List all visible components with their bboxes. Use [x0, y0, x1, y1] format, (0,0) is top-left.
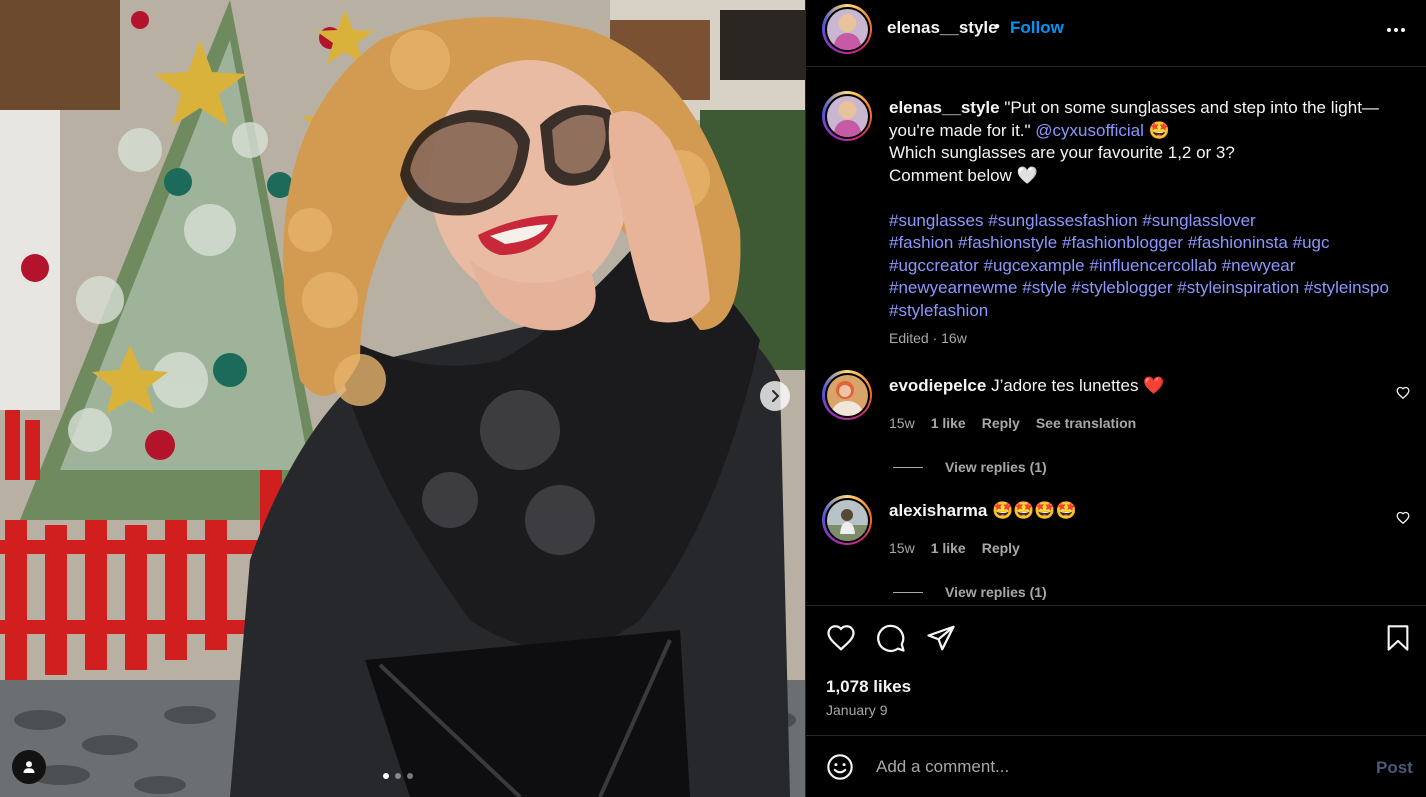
- view-replies-button[interactable]: View replies (1): [893, 459, 1047, 475]
- carousel-dot: [395, 773, 401, 779]
- comment-like-button[interactable]: [1396, 386, 1410, 405]
- view-replies-label: View replies (1): [945, 459, 1047, 475]
- caption-edited-time: Edited · 16w: [889, 330, 967, 346]
- follow-button[interactable]: Follow: [1010, 18, 1064, 38]
- hashtag[interactable]: #sunglassesfashion: [988, 211, 1137, 230]
- reply-button[interactable]: Reply: [982, 415, 1020, 431]
- caption-mention[interactable]: @cyxusofficial: [1035, 121, 1144, 140]
- hashtag[interactable]: #fashion: [889, 233, 953, 252]
- share-button[interactable]: [926, 623, 956, 658]
- comment-body: evodiepelce J’adore tes lunettes ❤️: [889, 376, 1164, 396]
- heart-icon: [1396, 386, 1410, 400]
- add-comment-bar: Post: [806, 735, 1426, 797]
- caption-cta: Comment below 🤍: [889, 165, 1038, 185]
- caption-username[interactable]: elenas__style: [889, 98, 1000, 117]
- hashtag[interactable]: #influencercollab: [1089, 256, 1217, 275]
- caption-question: Which sunglasses are your favourite 1,2 …: [889, 143, 1235, 162]
- header-username[interactable]: elenas__style: [887, 18, 998, 38]
- hashtag[interactable]: #newyearnewme: [889, 278, 1018, 297]
- avatar[interactable]: [822, 4, 872, 54]
- post-sidebar: elenas__style • Follow elenas__style "Pu…: [805, 0, 1426, 797]
- hashtag[interactable]: #sunglasslover: [1142, 211, 1255, 230]
- comment-button[interactable]: [876, 623, 906, 658]
- hashtag[interactable]: #ugc: [1293, 233, 1330, 252]
- comment-input[interactable]: [876, 754, 1346, 780]
- post-media[interactable]: [0, 0, 805, 797]
- comment-text: J’adore tes lunettes ❤️: [991, 376, 1165, 395]
- header-separator: •: [994, 17, 1000, 36]
- hashtag[interactable]: #styleinspiration: [1177, 278, 1299, 297]
- chevron-right-icon: [772, 390, 780, 402]
- hashtag[interactable]: #fashioninsta: [1188, 233, 1288, 252]
- paper-plane-icon: [927, 625, 955, 651]
- comments-section[interactable]: elenas__style "Put on some sunglasses an…: [806, 67, 1426, 605]
- hashtag[interactable]: #fashionstyle: [958, 233, 1057, 252]
- caption-emoji: 🤩: [1148, 120, 1170, 140]
- hashtag[interactable]: #styleblogger: [1071, 278, 1172, 297]
- avatar[interactable]: [822, 495, 872, 545]
- person-icon: [23, 761, 35, 773]
- likes-count[interactable]: 1,078 likes: [826, 677, 911, 697]
- hashtag[interactable]: #styleinspo: [1304, 278, 1389, 297]
- comment-text: 🤩🤩🤩🤩: [992, 501, 1077, 520]
- post-photo: [0, 0, 805, 797]
- hashtag[interactable]: #style: [1022, 278, 1066, 297]
- heart-icon: [1396, 511, 1410, 525]
- carousel-dot: [407, 773, 413, 779]
- hashtag[interactable]: #newyear: [1222, 256, 1296, 275]
- hashtag[interactable]: #ugccreator: [889, 256, 979, 275]
- avatar-image: [826, 8, 868, 50]
- comment-meta: 15w 1 like Reply: [889, 540, 1020, 556]
- comment-bubble-icon: [877, 624, 905, 652]
- tagged-users-button[interactable]: [12, 750, 46, 784]
- heart-icon: [827, 625, 855, 651]
- reply-button[interactable]: Reply: [982, 540, 1020, 556]
- caption-text: elenas__style "Put on some sunglasses an…: [889, 97, 1409, 322]
- comment-age: 15w: [889, 540, 915, 556]
- comment-username[interactable]: alexisharma: [889, 501, 987, 520]
- hashtag[interactable]: #fashionblogger: [1062, 233, 1183, 252]
- comment-like-button[interactable]: [1396, 511, 1410, 530]
- hashtag[interactable]: #sunglasses: [889, 211, 984, 230]
- like-button[interactable]: [826, 623, 856, 658]
- more-options-icon[interactable]: [1384, 18, 1408, 42]
- avatar[interactable]: [822, 91, 872, 141]
- comment-age: 15w: [889, 415, 915, 431]
- carousel-next-button[interactable]: [760, 381, 790, 411]
- post-date: January 9: [826, 702, 888, 718]
- hashtag[interactable]: #stylefashion: [889, 301, 988, 320]
- view-replies-button[interactable]: View replies (1): [893, 584, 1047, 600]
- comment-username[interactable]: evodiepelce: [889, 376, 986, 395]
- save-button[interactable]: [1384, 623, 1412, 658]
- hashtag[interactable]: #ugcexample: [984, 256, 1085, 275]
- post-comment-button[interactable]: Post: [1376, 758, 1413, 778]
- emoji-picker-button[interactable]: [826, 753, 854, 786]
- carousel-dot: [383, 773, 389, 779]
- emoji-smiley-icon: [827, 754, 853, 780]
- carousel-indicator: [383, 773, 413, 779]
- comment-like-count[interactable]: 1 like: [931, 415, 966, 431]
- comment-meta: 15w 1 like Reply See translation: [889, 415, 1136, 431]
- bookmark-icon: [1387, 625, 1409, 651]
- post-header: elenas__style • Follow: [806, 0, 1426, 67]
- comment-body: alexisharma 🤩🤩🤩🤩: [889, 501, 1077, 521]
- view-replies-label: View replies (1): [945, 584, 1047, 600]
- comment-like-count[interactable]: 1 like: [931, 540, 966, 556]
- post-actions: 1,078 likes January 9: [806, 605, 1426, 735]
- see-translation-button[interactable]: See translation: [1036, 415, 1136, 431]
- avatar[interactable]: [822, 370, 872, 420]
